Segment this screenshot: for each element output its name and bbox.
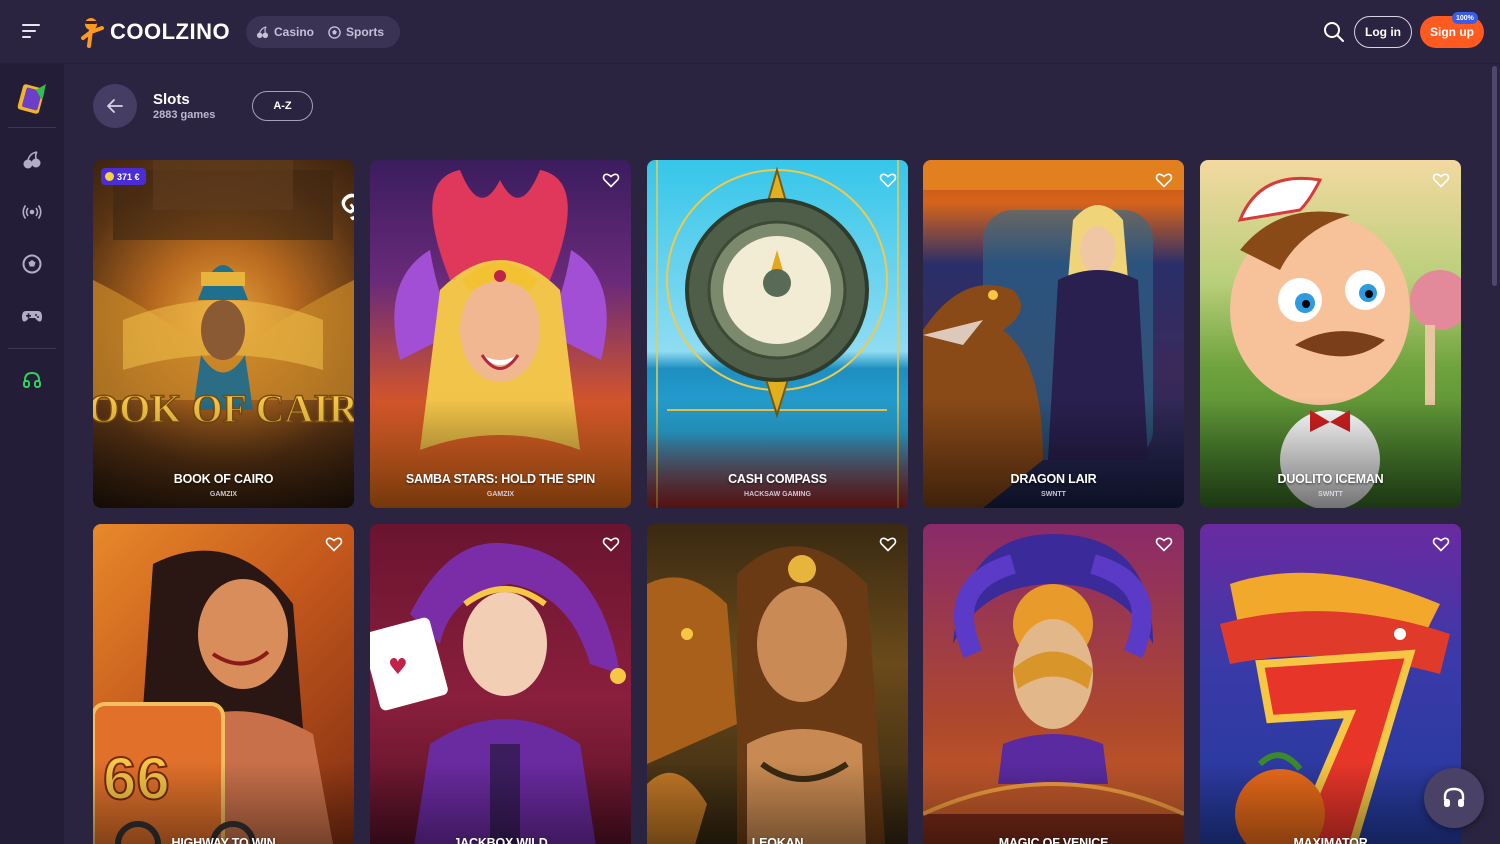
nav-casino[interactable]: Casino bbox=[256, 25, 314, 39]
game-title: DUOLITO ICEMAN bbox=[1277, 472, 1384, 486]
cherries-icon[interactable] bbox=[20, 148, 44, 172]
heart-icon[interactable] bbox=[1432, 535, 1450, 553]
menu-icon[interactable] bbox=[22, 24, 40, 38]
game-title: MAXIMATOR bbox=[1293, 836, 1368, 844]
search-icon[interactable] bbox=[1322, 20, 1346, 44]
game-card[interactable]: DRAGON LAIR SWNTT bbox=[923, 160, 1184, 508]
top-header: COOLZINO Casino Sports Log in Sign up 10… bbox=[0, 0, 1500, 64]
game-card[interactable]: LEOKAN bbox=[647, 524, 908, 844]
support-chat-button[interactable] bbox=[1424, 768, 1484, 828]
card-overlay bbox=[647, 762, 908, 844]
jackpot-badge: 371 € bbox=[101, 168, 146, 185]
heart-icon[interactable] bbox=[602, 171, 620, 189]
game-provider: SWNTT bbox=[1041, 491, 1066, 498]
logo-text: COOLZINO bbox=[110, 19, 231, 44]
sidebar bbox=[0, 64, 64, 844]
games-count: 2883 games bbox=[153, 109, 216, 121]
gamepad-icon[interactable] bbox=[20, 304, 44, 328]
card-overlay bbox=[1200, 762, 1461, 844]
heart-icon[interactable] bbox=[1155, 535, 1173, 553]
heart-icon[interactable] bbox=[879, 535, 897, 553]
game-provider: SWNTT bbox=[1318, 491, 1343, 498]
game-card[interactable]: SAMBA STARS: HOLD THE SPIN GAMZIX bbox=[370, 160, 631, 508]
game-title: BOOK OF CAIRO bbox=[173, 472, 274, 486]
cherries-icon bbox=[256, 25, 269, 38]
top-nav: Casino Sports bbox=[246, 16, 400, 48]
arrow-left-icon bbox=[107, 99, 123, 113]
game-card[interactable]: CASH COMPASS HACKSAW GAMING bbox=[647, 160, 908, 508]
sidebar-divider bbox=[8, 127, 56, 128]
sidebar-divider bbox=[8, 348, 56, 349]
nav-sports-label: Sports bbox=[346, 25, 385, 39]
game-card[interactable]: MAGIC OF VENICE bbox=[923, 524, 1184, 844]
game-card[interactable]: MAXIMATOR bbox=[1200, 524, 1461, 844]
svg-text:GAI: GAI bbox=[333, 186, 354, 241]
headset-icon bbox=[1443, 787, 1465, 807]
coin-icon bbox=[105, 172, 114, 181]
jackpot-amount: 371 € bbox=[117, 171, 140, 182]
svg-text:♥: ♥ bbox=[388, 655, 408, 680]
broadcast-icon[interactable] bbox=[20, 200, 44, 224]
card-overlay bbox=[370, 762, 631, 844]
headset-icon[interactable] bbox=[20, 368, 44, 392]
game-title: HIGHWAY TO WIN bbox=[171, 836, 276, 844]
bonus-card-icon[interactable] bbox=[14, 80, 50, 116]
game-title: JACKBOX WILD bbox=[453, 836, 548, 844]
soccer-ball-icon[interactable] bbox=[20, 252, 44, 276]
game-card[interactable]: OOK OF CAIR GAI 371 € BOOK OF CAIRO GAMZ… bbox=[93, 160, 354, 508]
game-provider: GAMZIX bbox=[486, 491, 515, 498]
page-title: Slots bbox=[153, 91, 190, 108]
signup-bonus-badge: 100% bbox=[1452, 12, 1478, 24]
sort-az-button[interactable]: A-Z bbox=[252, 91, 313, 121]
heart-icon[interactable] bbox=[879, 171, 897, 189]
heart-icon[interactable] bbox=[1155, 171, 1173, 189]
nav-sports[interactable]: Sports bbox=[328, 25, 384, 39]
card-overlay bbox=[923, 762, 1184, 844]
game-provider: HACKSAW GAMING bbox=[744, 491, 811, 498]
logo-mascot-icon bbox=[80, 16, 106, 48]
soccer-ball-icon bbox=[328, 25, 341, 39]
logo[interactable]: COOLZINO bbox=[80, 14, 230, 50]
game-card[interactable]: 66 HIGHWAY TO WIN bbox=[93, 524, 354, 844]
game-title: CASH COMPASS bbox=[728, 472, 827, 486]
login-button[interactable]: Log in bbox=[1354, 16, 1412, 48]
scrollbar[interactable] bbox=[1492, 66, 1497, 286]
card-overlay bbox=[93, 762, 354, 844]
heart-icon[interactable] bbox=[602, 535, 620, 553]
heart-icon[interactable] bbox=[1432, 171, 1450, 189]
game-title: SAMBA STARS: HOLD THE SPIN bbox=[405, 472, 596, 486]
game-card[interactable]: ♥ JACKBOX WILD bbox=[370, 524, 631, 844]
back-button[interactable] bbox=[93, 84, 137, 128]
nav-casino-label: Casino bbox=[274, 25, 315, 39]
game-card[interactable]: DUOLITO ICEMAN SWNTT bbox=[1200, 160, 1461, 508]
game-title: MAGIC OF VENICE bbox=[998, 836, 1109, 844]
game-provider: GAMZIX bbox=[209, 491, 238, 498]
game-title: DRAGON LAIR bbox=[1010, 472, 1097, 486]
game-title: LEOKAN bbox=[751, 836, 804, 844]
heart-icon[interactable] bbox=[325, 535, 343, 553]
